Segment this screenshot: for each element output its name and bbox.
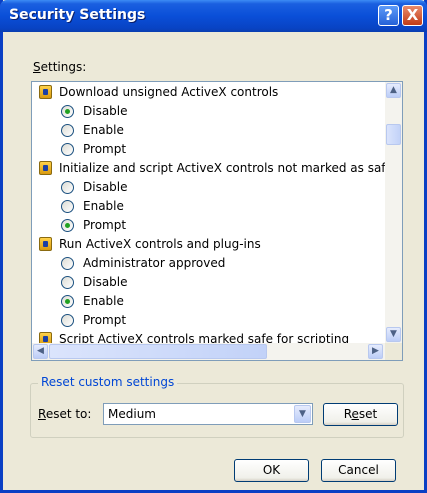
reset-level-value: Medium [108,407,156,421]
reset-group-title: Reset custom settings [38,375,178,389]
settings-category-icon [39,237,52,251]
radio-option[interactable]: Prompt [32,216,385,235]
scroll-right-icon[interactable]: ▶ [368,344,383,359]
vertical-scrollbar[interactable]: ▲ ▼ [385,82,402,343]
scrollbar-corner [385,343,402,360]
scroll-down-icon[interactable]: ▼ [386,327,401,342]
horizontal-scrollbar[interactable]: ◀ ▶ [32,343,385,360]
scroll-up-icon[interactable]: ▲ [386,83,401,98]
title-bar[interactable]: Security Settings ? X [0,0,427,32]
close-button[interactable]: X [402,5,423,26]
radio-checked-icon[interactable] [61,295,74,308]
settings-label: Settings: [33,60,86,74]
reset-to-label: Reset to: [38,407,91,421]
cancel-button[interactable]: Cancel [321,459,396,482]
radio-option-label: Disable [83,275,128,289]
category-label: Run ActiveX controls and plug-ins [59,237,261,251]
radio-option[interactable]: Administrator approved [32,254,385,273]
radio-unchecked-icon[interactable] [61,276,74,289]
radio-option-label: Administrator approved [83,256,226,270]
radio-option[interactable]: Enable [32,121,385,140]
radio-unchecked-icon[interactable] [61,124,74,137]
settings-label-accel: S [33,60,41,74]
radio-unchecked-icon[interactable] [61,200,74,213]
radio-option-label: Disable [83,180,128,194]
category-row: Run ActiveX controls and plug-ins [32,235,385,254]
radio-unchecked-icon[interactable] [61,257,74,270]
radio-option[interactable]: Disable [32,273,385,292]
radio-option-label: Disable [83,104,128,118]
reset-button-pre: R [343,407,352,421]
radio-option[interactable]: Disable [32,102,385,121]
vertical-scroll-thumb[interactable] [386,124,401,145]
horizontal-scroll-thumb[interactable] [49,344,267,359]
settings-label-text: ettings: [40,60,87,74]
radio-option[interactable]: Enable [32,197,385,216]
reset-button[interactable]: Reset [323,403,398,426]
radio-option-label: Prompt [83,313,127,327]
reset-to-accel: R [38,407,46,421]
radio-option-label: Prompt [83,218,127,232]
radio-option[interactable]: Prompt [32,311,385,330]
radio-option[interactable]: Disable [32,178,385,197]
radio-option[interactable]: Enable [32,292,385,311]
radio-unchecked-icon[interactable] [61,143,74,156]
radio-unchecked-icon[interactable] [61,314,74,327]
category-row: Download unsigned ActiveX controls [32,83,385,102]
radio-option-label: Prompt [83,142,127,156]
category-label: Initialize and script ActiveX controls n… [59,161,393,175]
radio-unchecked-icon[interactable] [61,181,74,194]
radio-checked-icon[interactable] [61,105,74,118]
chevron-down-icon[interactable]: ▼ [294,405,311,423]
category-label: Download unsigned ActiveX controls [59,85,279,99]
reset-to-text: eset to: [45,407,92,421]
reset-level-select[interactable]: Medium ▼ [103,403,313,425]
radio-option-label: Enable [83,123,124,137]
settings-category-icon [39,85,52,99]
radio-option[interactable]: Prompt [32,140,385,159]
help-button[interactable]: ? [378,5,399,26]
radio-option-label: Enable [83,199,124,213]
ok-button[interactable]: OK [234,459,309,482]
category-row: Initialize and script ActiveX controls n… [32,159,393,178]
radio-checked-icon[interactable] [61,219,74,232]
reset-button-post: set [358,407,378,421]
settings-list[interactable]: Download unsigned ActiveX controls Disabl… [31,81,403,361]
reset-button-accel: e [351,407,359,421]
radio-option-label: Enable [83,294,124,308]
settings-category-icon [39,161,52,175]
window-title: Security Settings [9,7,146,23]
scroll-left-icon[interactable]: ◀ [33,344,48,359]
